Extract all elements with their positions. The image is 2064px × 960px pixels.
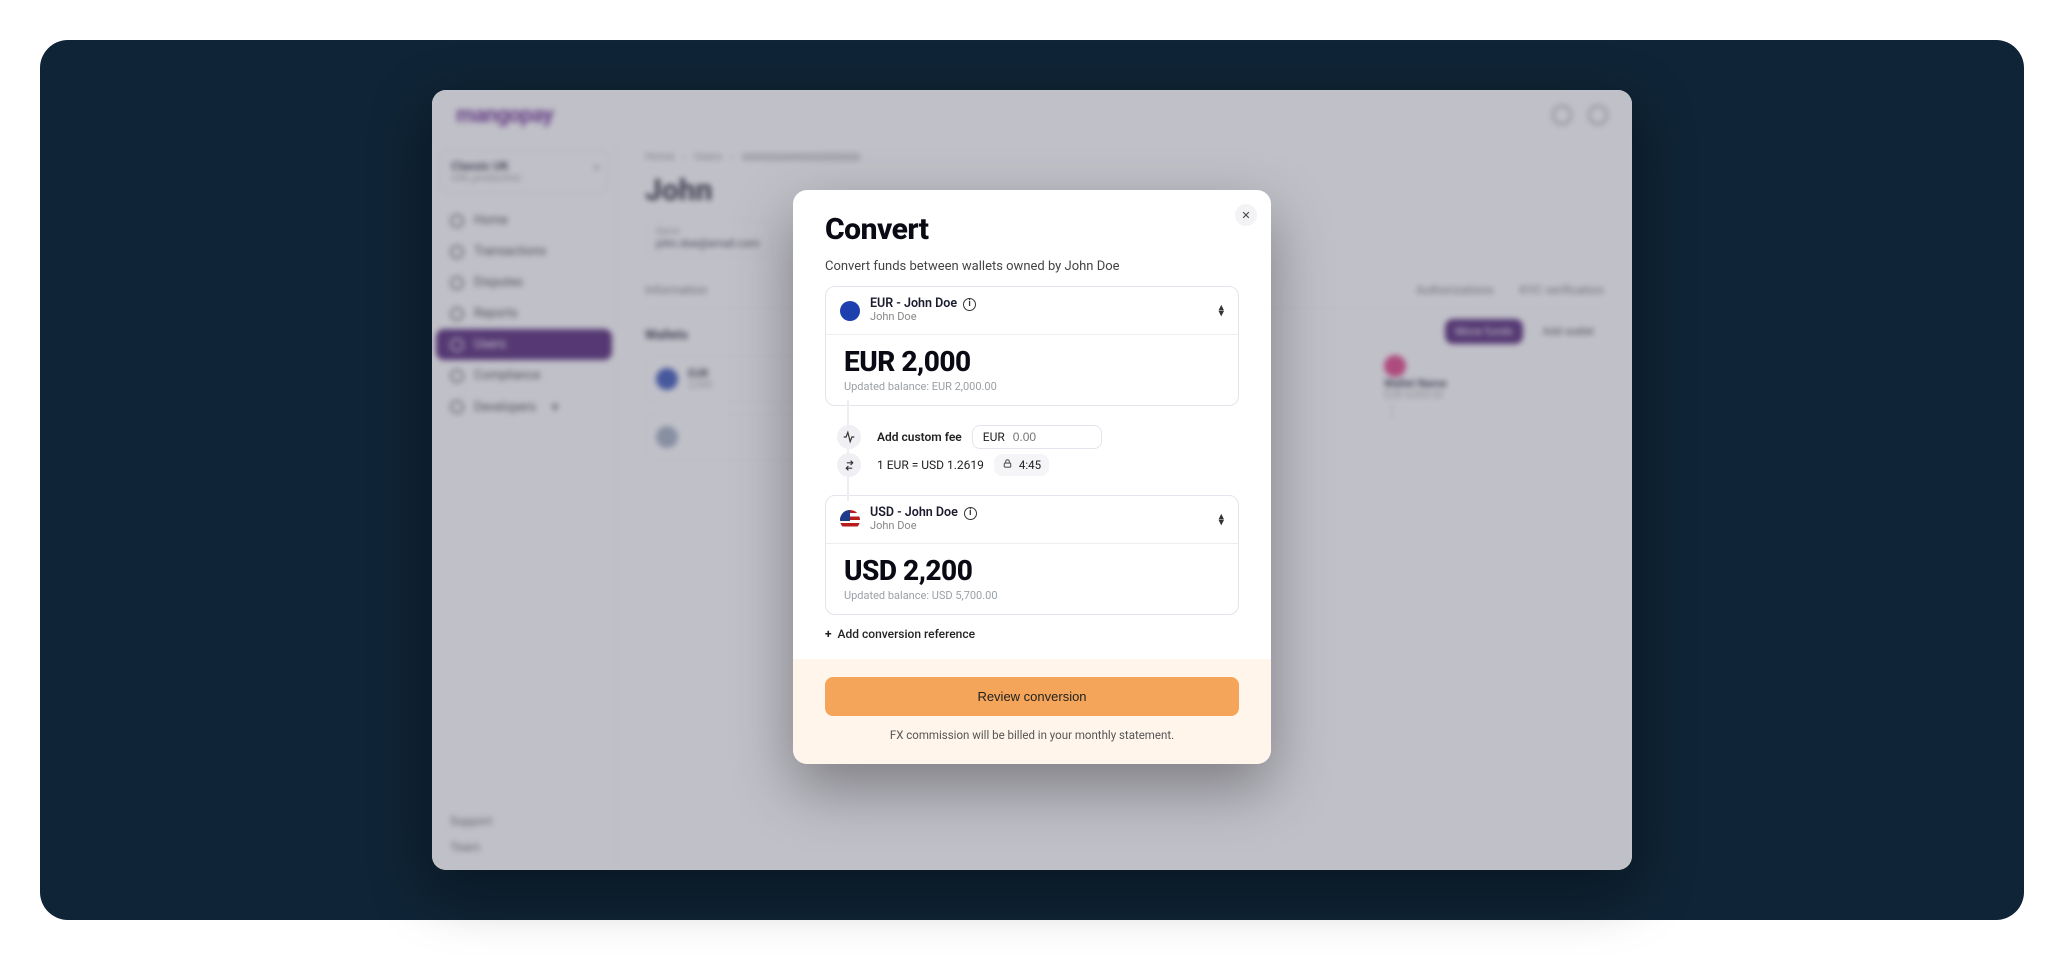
info-icon[interactable]: i [963,298,976,311]
eu-flag-icon [840,301,860,321]
rate-timer: 4:45 [1019,458,1041,472]
add-conversion-reference-button[interactable]: + Add conversion reference [825,627,1239,641]
fee-label: Add custom fee [877,430,962,444]
plus-icon: + [825,627,832,641]
to-wallet-owner: John Doe [870,520,977,533]
rate-lock-pill: 4:45 [994,454,1049,476]
from-wallet-name: EUR - John Doe [870,297,957,311]
add-reference-label: Add conversion reference [838,627,975,641]
fx-commission-note: FX commission will be billed in your mon… [825,728,1239,742]
from-wallet-panel: EUR - John Doe i John Doe ▴▾ EUR 2,000 U… [825,286,1239,406]
us-flag-icon [840,510,860,530]
from-amount[interactable]: EUR 2,000 [844,345,1220,378]
review-conversion-button[interactable]: Review conversion [825,677,1239,716]
to-updated-balance: Updated balance: USD 5,700.00 [844,589,1220,602]
from-wallet-owner: John Doe [870,311,976,324]
to-amount[interactable]: USD 2,200 [844,554,1220,587]
modal-description: Convert funds between wallets owned by J… [793,247,1271,286]
fee-currency: EUR [983,430,1005,444]
fee-input[interactable] [1013,430,1073,444]
close-icon: ✕ [1241,209,1250,222]
fee-input-wrapper[interactable]: EUR [972,425,1102,449]
convert-modal: Convert ✕ Convert funds between wallets … [793,190,1271,764]
lock-icon [1002,458,1013,472]
custom-fee-row: Add custom fee EUR [877,425,1239,449]
exchange-rate-row: 1 EUR = USD 1.2619 4:45 [877,454,1239,476]
from-updated-balance: Updated balance: EUR 2,000.00 [844,380,1220,393]
to-wallet-selector[interactable]: USD - John Doe i John Doe ▴▾ [826,496,1238,544]
fee-icon [837,425,861,449]
app-window: mangopay Classic UK mth_production ▾ Hom… [432,90,1632,870]
to-wallet-panel: USD - John Doe i John Doe ▴▾ USD 2,200 U… [825,495,1239,615]
modal-title: Convert [825,212,1239,247]
info-icon[interactable]: i [964,507,977,520]
close-button[interactable]: ✕ [1235,204,1257,226]
from-wallet-selector[interactable]: EUR - John Doe i John Doe ▴▾ [826,287,1238,335]
exchange-rate-text: 1 EUR = USD 1.2619 [877,458,984,472]
sort-icon: ▴▾ [1218,304,1224,317]
sort-icon: ▴▾ [1218,513,1224,526]
swap-icon[interactable] [837,453,861,477]
to-wallet-name: USD - John Doe [870,506,958,520]
